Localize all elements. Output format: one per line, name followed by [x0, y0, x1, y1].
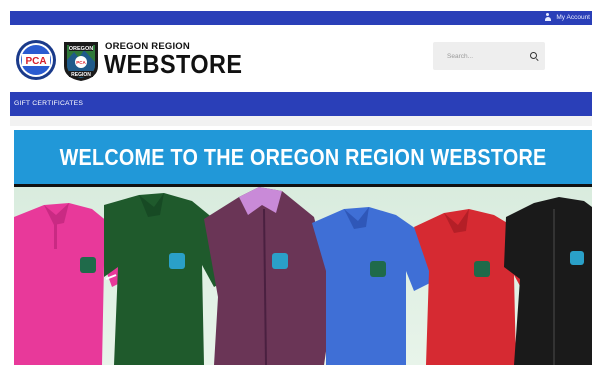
region-logo-badge-text: PCA [76, 60, 86, 65]
section-spacer [10, 116, 592, 126]
main-nav: GIFT CERTIFICATES [10, 92, 592, 116]
region-logo-top-text: OREGON [69, 46, 93, 52]
my-account-link[interactable]: My Account [544, 13, 590, 21]
search-input[interactable] [433, 42, 525, 70]
site-header: PCA OREGON PCA REGION OREGON REGION WEBS… [10, 25, 592, 92]
purple-jacket-image [204, 187, 334, 365]
apparel-image [14, 187, 592, 365]
my-account-label: My Account [556, 13, 590, 21]
search-icon[interactable] [530, 52, 537, 59]
welcome-headline: WELCOME TO THE OREGON REGION WEBSTORE [59, 143, 547, 170]
pca-logo[interactable]: PCA [15, 39, 57, 81]
black-jacket-image [504, 197, 592, 365]
search-box [433, 42, 545, 70]
user-icon [544, 13, 551, 21]
product-showcase [14, 187, 592, 365]
welcome-header: WELCOME TO THE OREGON REGION WEBSTORE [14, 130, 592, 184]
nav-item-gift-certificates[interactable]: GIFT CERTIFICATES [14, 100, 83, 107]
top-utility-bar: My Account [10, 11, 592, 25]
region-logo-bottom-text: REGION [71, 72, 91, 78]
brand-title[interactable]: WEBSTORE [104, 49, 242, 80]
blue-polo-image [312, 207, 432, 365]
pca-logo-text: PCA [25, 56, 46, 67]
hero-banner[interactable]: WELCOME TO THE OREGON REGION WEBSTORE [10, 126, 592, 365]
oregon-region-logo[interactable]: OREGON PCA REGION [60, 38, 102, 82]
